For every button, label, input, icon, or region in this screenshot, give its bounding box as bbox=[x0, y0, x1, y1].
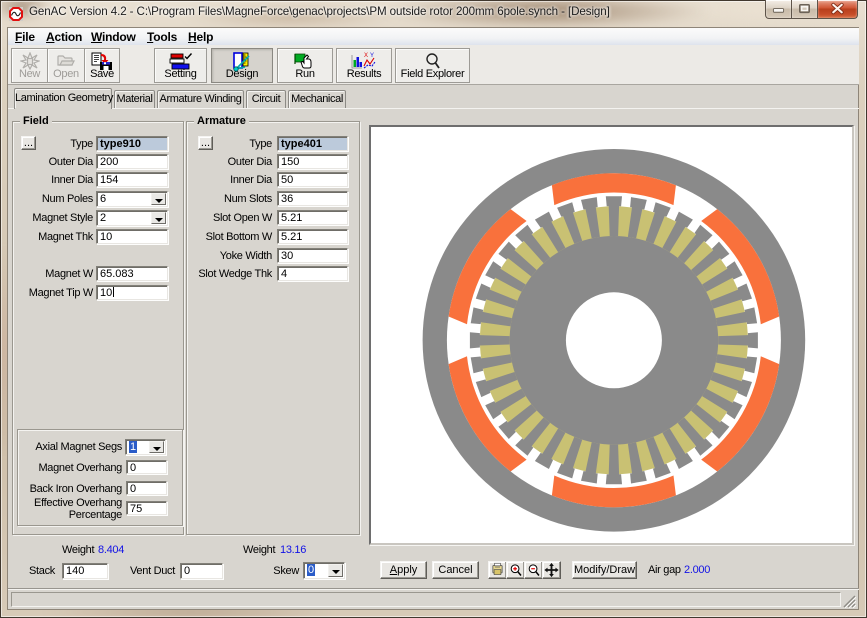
svg-text:X: X bbox=[364, 53, 368, 59]
